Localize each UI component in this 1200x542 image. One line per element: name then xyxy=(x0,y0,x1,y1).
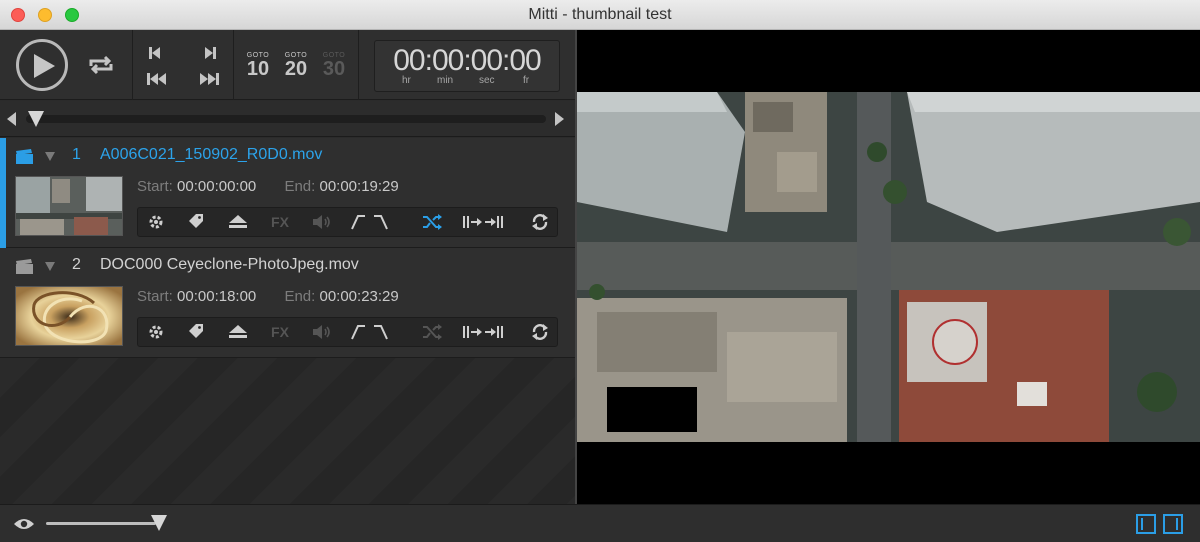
collapse-triangle-icon[interactable] xyxy=(45,262,55,271)
start-time[interactable]: 00:00:00:00 xyxy=(177,178,256,195)
cue-times: Start: 00:00:00:00 End: 00:00:19:29 xyxy=(137,178,399,195)
start-label: Start: xyxy=(137,288,173,305)
reload-icon[interactable] xyxy=(522,318,558,346)
fast-forward-icon[interactable] xyxy=(200,72,220,86)
separator xyxy=(132,30,133,100)
clapper-icon xyxy=(16,259,33,274)
goto-30-button[interactable]: GOTO 30 xyxy=(319,52,349,81)
start-time[interactable]: 00:00:18:00 xyxy=(177,288,256,305)
cue-toolbar: FX xyxy=(137,317,558,347)
panel-marker xyxy=(1176,518,1178,530)
playhead-handle[interactable] xyxy=(27,110,45,128)
next-icon[interactable] xyxy=(204,46,218,60)
scrub-right-icon[interactable] xyxy=(554,112,564,126)
shuffle-icon[interactable] xyxy=(414,208,450,236)
timecode-display: 00:00:00:00 hr min sec fr xyxy=(374,40,560,92)
timecode-unit-min: min xyxy=(437,75,454,86)
separator xyxy=(358,30,359,100)
gear-icon[interactable] xyxy=(138,318,174,346)
timecode-unit-fr: fr xyxy=(523,75,530,86)
cue-toolbar: FX xyxy=(137,207,558,237)
video-preview xyxy=(577,30,1200,504)
tag-icon[interactable] xyxy=(178,318,214,346)
cue-name[interactable]: DOC000 Ceyeclone-PhotoJpeg.mov xyxy=(100,256,359,274)
cue-thumbnail xyxy=(15,176,123,236)
slider-handle[interactable] xyxy=(150,514,168,532)
eject-icon[interactable] xyxy=(220,208,256,236)
reload-icon[interactable] xyxy=(522,208,558,236)
separator xyxy=(233,30,234,100)
scrubber-track[interactable] xyxy=(26,115,546,123)
transport-bar: GOTO 10 GOTO 20 GOTO 30 00:00:00:00 hr m… xyxy=(0,30,576,100)
cue-thumbnail xyxy=(15,286,123,346)
fade-icon[interactable] xyxy=(348,318,392,346)
tag-icon[interactable] xyxy=(178,208,214,236)
eye-icon xyxy=(14,519,34,529)
cue-number: 1 xyxy=(72,146,81,163)
play-icon xyxy=(34,54,55,78)
panel-marker xyxy=(1141,518,1143,530)
timecode-unit-sec: sec xyxy=(479,75,495,86)
goto-20-button[interactable]: GOTO 20 xyxy=(281,52,311,81)
app-window: Mitti - thumbnail test GOTO 10 GOTO 20 G… xyxy=(0,0,1200,542)
scrub-left-icon[interactable] xyxy=(7,112,17,126)
eject-icon[interactable] xyxy=(220,318,256,346)
rewind-icon[interactable] xyxy=(146,72,166,86)
cue-row[interactable]: 1 A006C021_150902_R0D0.mov Start: 00:00:… xyxy=(0,138,576,248)
end-label: End: xyxy=(284,288,316,305)
jump-icon[interactable] xyxy=(460,208,506,236)
cue-times: Start: 00:00:18:00 End: 00:00:23:29 xyxy=(137,288,399,305)
loop-icon[interactable] xyxy=(88,55,114,75)
layout-left-panel-button[interactable] xyxy=(1136,514,1156,534)
layout-right-panel-button[interactable] xyxy=(1163,514,1183,534)
thumbnail-size-slider[interactable] xyxy=(46,522,156,525)
shuffle-icon[interactable] xyxy=(414,318,450,346)
playhead-scrubber[interactable] xyxy=(0,101,576,137)
clapper-icon xyxy=(16,149,33,164)
empty-playlist-area[interactable] xyxy=(0,358,576,504)
fx-icon[interactable]: FX xyxy=(262,208,298,236)
play-button[interactable] xyxy=(16,39,68,91)
gear-icon[interactable] xyxy=(138,208,174,236)
cue-panel: GOTO 10 GOTO 20 GOTO 30 00:00:00:00 hr m… xyxy=(0,30,576,504)
end-time[interactable]: 00:00:23:29 xyxy=(319,288,398,305)
window-title: Mitti - thumbnail test xyxy=(528,6,672,23)
fade-icon[interactable] xyxy=(348,208,392,236)
previous-icon[interactable] xyxy=(147,46,161,60)
volume-icon[interactable] xyxy=(304,318,340,346)
bottom-bar xyxy=(0,504,1200,542)
cue-name[interactable]: A006C021_150902_R0D0.mov xyxy=(100,146,322,164)
end-label: End: xyxy=(284,178,316,195)
goto-10-button[interactable]: GOTO 10 xyxy=(243,52,273,81)
volume-icon[interactable] xyxy=(304,208,340,236)
video-frame xyxy=(577,92,1200,442)
timecode-value: 00:00:00:00 xyxy=(393,44,541,77)
title-bar: Mitti - thumbnail test xyxy=(0,0,1200,30)
timecode-unit-hr: hr xyxy=(402,75,411,86)
start-label: Start: xyxy=(137,178,173,195)
end-time[interactable]: 00:00:19:29 xyxy=(319,178,398,195)
cue-row[interactable]: 2 DOC000 Ceyeclone-PhotoJpeg.mov Start: … xyxy=(0,248,576,358)
cue-number: 2 xyxy=(72,256,81,273)
fx-icon[interactable]: FX xyxy=(262,318,298,346)
jump-icon[interactable] xyxy=(460,318,506,346)
collapse-triangle-icon[interactable] xyxy=(45,152,55,161)
